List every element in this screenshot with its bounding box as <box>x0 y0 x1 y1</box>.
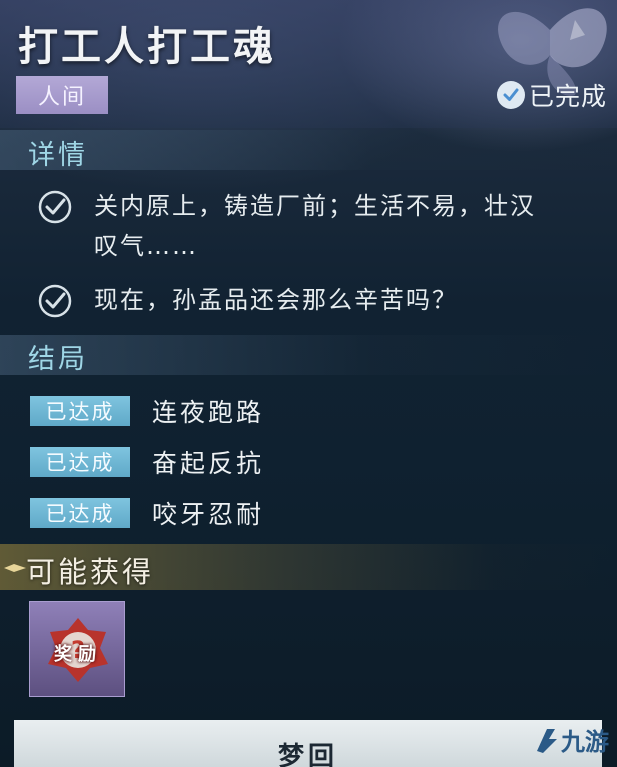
details-section-bar <box>0 130 617 170</box>
detail-line: 关内原上，铸造厂前；生活不易，壮汉 <box>94 192 536 220</box>
ending-item[interactable]: 已达成 连夜跑路 <box>30 393 264 429</box>
detail-text: 关内原上，铸造厂前；生活不易，壮汉 叹气…… <box>94 186 536 266</box>
jiuyou-logo-icon <box>537 728 557 753</box>
ending-label: 咬牙忍耐 <box>152 500 265 529</box>
ending-item[interactable]: 已达成 奋起反抗 <box>30 444 264 480</box>
checkmark-circle-icon <box>38 190 72 224</box>
dream-return-button[interactable]: 梦回 <box>14 720 602 767</box>
achieved-badge: 已达成 <box>30 498 130 528</box>
ending-label: 奋起反抗 <box>152 449 265 478</box>
ending-item[interactable]: 已达成 咬牙忍耐 <box>30 495 264 531</box>
ending-label: 连夜跑路 <box>152 398 265 427</box>
watermark-text: 九游 <box>561 728 609 756</box>
completion-status: 已完成 <box>496 78 607 112</box>
quest-title: 打工人打工魂 <box>18 23 276 70</box>
watermark: 九游 <box>533 722 609 757</box>
detail-item: 现在，孙孟品还会那么辛苦吗？ <box>36 280 458 320</box>
detail-item: 关内原上，铸造厂前；生活不易，壮汉 叹气…… <box>36 186 536 266</box>
detail-line: 叹气…… <box>94 232 198 260</box>
rewards-heading: 可能获得 <box>26 555 155 589</box>
endings-section-bar <box>0 335 617 375</box>
achieved-badge: 已达成 <box>30 447 130 477</box>
detail-text: 现在，孙孟品还会那么辛苦吗？ <box>94 280 458 320</box>
reward-item[interactable]: ? 奖励 <box>29 601 125 697</box>
region-tag: 人间 <box>16 76 108 114</box>
reward-label: 奖励 <box>54 644 102 665</box>
checkmark-circle-icon <box>38 284 72 318</box>
details-heading: 详情 <box>28 140 88 171</box>
status-label: 已完成 <box>528 82 607 111</box>
achieved-badge: 已达成 <box>30 396 130 426</box>
check-circle-icon <box>496 81 525 109</box>
endings-heading: 结局 <box>28 344 88 375</box>
detail-line: 现在，孙孟品还会那么辛苦吗？ <box>94 286 458 314</box>
